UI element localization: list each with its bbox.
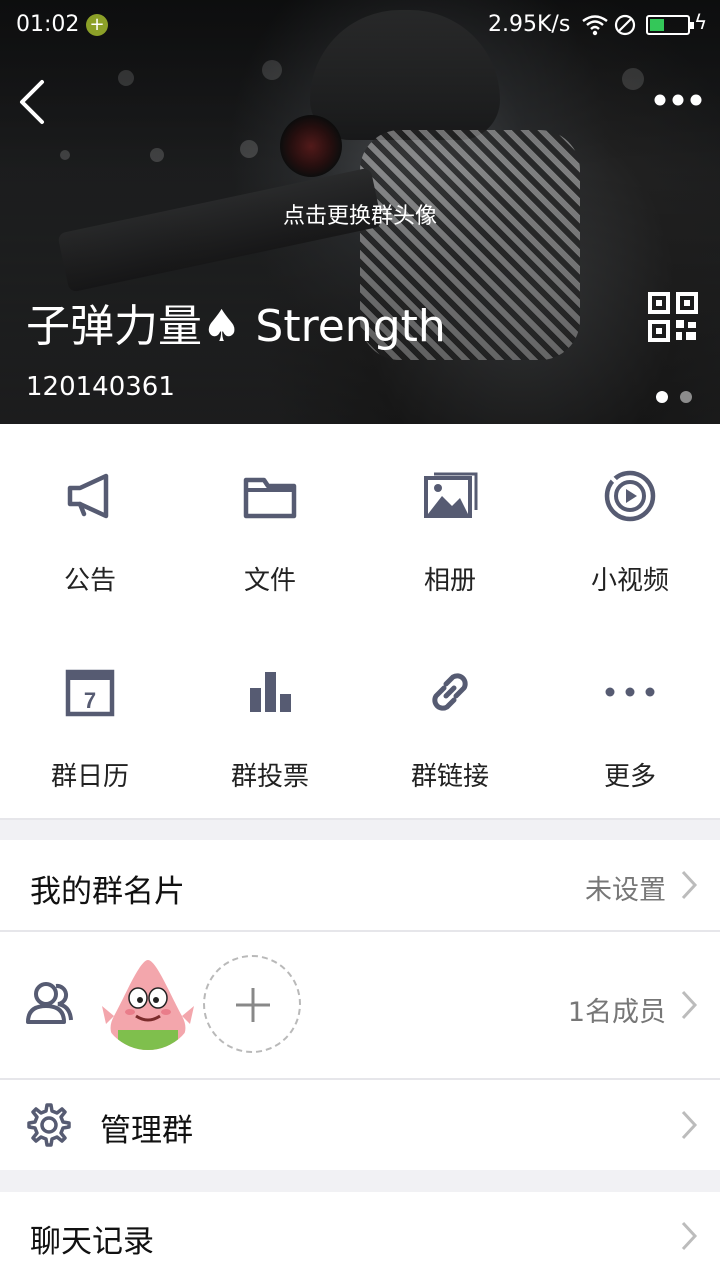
gear-icon — [27, 1103, 71, 1147]
function-label: 群日历 — [50, 762, 129, 792]
group-name: 子弹力量♠ Strength — [26, 301, 446, 352]
member-avatar[interactable] — [100, 954, 196, 1050]
members-icon — [26, 982, 73, 1024]
my-group-card-value: 未设置 — [585, 875, 666, 906]
add-member-button[interactable] — [203, 955, 301, 1053]
my-group-card-row[interactable]: 我的群名片 未设置 — [0, 840, 720, 930]
wifi-icon — [582, 15, 608, 36]
function-link[interactable]: 群链接 — [360, 620, 540, 816]
manage-group-row[interactable]: 管理群 — [0, 1080, 720, 1170]
chevron-right-icon — [681, 1110, 698, 1140]
back-arrow-icon[interactable] — [14, 78, 54, 126]
function-label: 群链接 — [410, 762, 489, 792]
app-notification-icon: + — [86, 14, 108, 36]
function-announcement[interactable]: 公告 — [0, 424, 180, 620]
photo-album-icon — [424, 472, 478, 518]
chevron-right-icon — [681, 1221, 698, 1251]
group-function-grid: 公告 文件 相册 小视频 7 群日历 群投票 群链接 更多 — [0, 424, 720, 818]
function-files[interactable]: 文件 — [180, 424, 360, 620]
function-calendar[interactable]: 7 群日历 — [0, 620, 180, 816]
chat-history-row[interactable]: 聊天记录 — [0, 1192, 720, 1280]
status-bar: 01:02 + 2.95K/s ϟ — [0, 0, 720, 52]
function-vote[interactable]: 群投票 — [180, 620, 360, 816]
function-album[interactable]: 相册 — [360, 424, 540, 620]
my-group-card-label: 我的群名片 — [30, 874, 185, 910]
function-label: 小视频 — [590, 566, 669, 596]
chevron-right-icon — [681, 870, 698, 900]
battery-icon — [646, 15, 694, 35]
qr-code-icon[interactable] — [648, 292, 698, 342]
chevron-right-icon — [681, 990, 698, 1020]
banner-page-indicator — [656, 388, 704, 407]
video-play-icon — [604, 470, 656, 522]
function-label: 群投票 — [230, 762, 309, 792]
function-more[interactable]: 更多 — [540, 620, 720, 816]
bar-chart-icon — [250, 672, 291, 712]
function-label: 相册 — [423, 566, 476, 596]
more-dots-icon — [605, 687, 655, 697]
member-count: 1名成员 — [567, 997, 666, 1028]
svg-text:7: 7 — [84, 688, 96, 713]
function-label: 公告 — [63, 566, 116, 596]
folder-icon — [243, 477, 297, 519]
charging-icon: ϟ — [694, 10, 708, 34]
no-signal-icon — [614, 14, 636, 36]
group-header-banner[interactable]: 01:02 + 2.95K/s ϟ 点击更换群头像 子弹力量♠ Strength… — [0, 0, 720, 424]
function-label: 更多 — [603, 762, 656, 792]
network-speed: 2.95K/s — [488, 12, 571, 37]
plus-icon — [236, 988, 270, 1022]
megaphone-icon — [67, 473, 109, 519]
more-options-icon[interactable] — [650, 88, 706, 112]
chat-history-label: 聊天记录 — [30, 1224, 154, 1260]
group-id: 120140361 — [26, 372, 175, 402]
manage-group-label: 管理群 — [100, 1113, 193, 1149]
link-icon — [432, 673, 468, 711]
function-label: 文件 — [243, 566, 296, 596]
calendar-icon: 7 — [65, 669, 115, 717]
change-group-avatar-hint[interactable]: 点击更换群头像 — [0, 198, 720, 230]
function-short-video[interactable]: 小视频 — [540, 424, 720, 620]
status-time: 01:02 — [16, 12, 80, 37]
